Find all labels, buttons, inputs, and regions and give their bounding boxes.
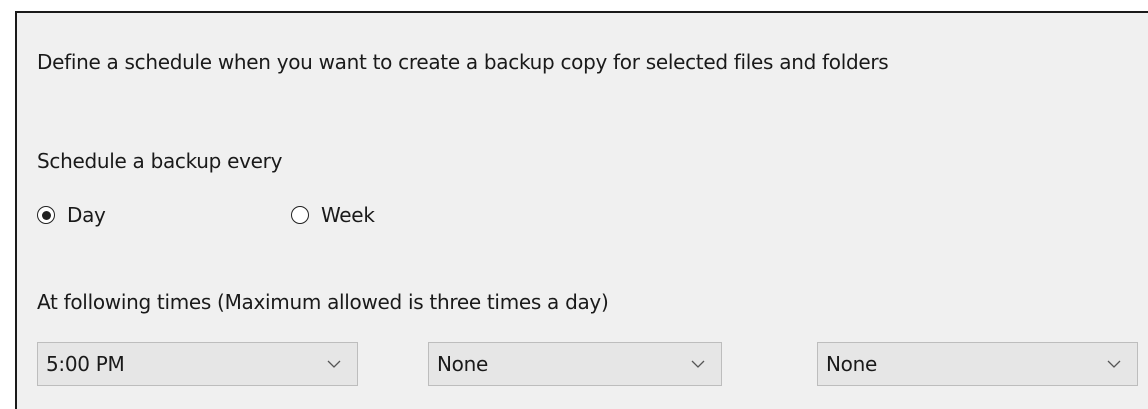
radio-day[interactable]: Day	[37, 203, 106, 227]
time-dropdown-2-value: None	[437, 352, 488, 376]
time-dropdown-1-value: 5:00 PM	[46, 352, 125, 376]
intro-text: Define a schedule when you want to creat…	[37, 50, 889, 74]
schedule-label: Schedule a backup every	[37, 149, 283, 173]
chevron-down-icon	[327, 360, 341, 368]
time-dropdown-3-value: None	[826, 352, 877, 376]
times-label: At following times (Maximum allowed is t…	[37, 290, 609, 314]
time-dropdown-2[interactable]: None	[428, 342, 722, 386]
chevron-down-icon	[691, 360, 705, 368]
radio-unselected-icon	[291, 206, 309, 224]
radio-day-label: Day	[67, 203, 106, 227]
radio-selected-icon	[37, 206, 55, 224]
chevron-down-icon	[1107, 360, 1121, 368]
time-dropdown-1[interactable]: 5:00 PM	[37, 342, 358, 386]
radio-week[interactable]: Week	[291, 203, 375, 227]
radio-dot	[41, 210, 51, 220]
backup-schedule-panel: Define a schedule when you want to creat…	[15, 11, 1148, 409]
radio-week-label: Week	[321, 203, 375, 227]
time-dropdown-3[interactable]: None	[817, 342, 1138, 386]
